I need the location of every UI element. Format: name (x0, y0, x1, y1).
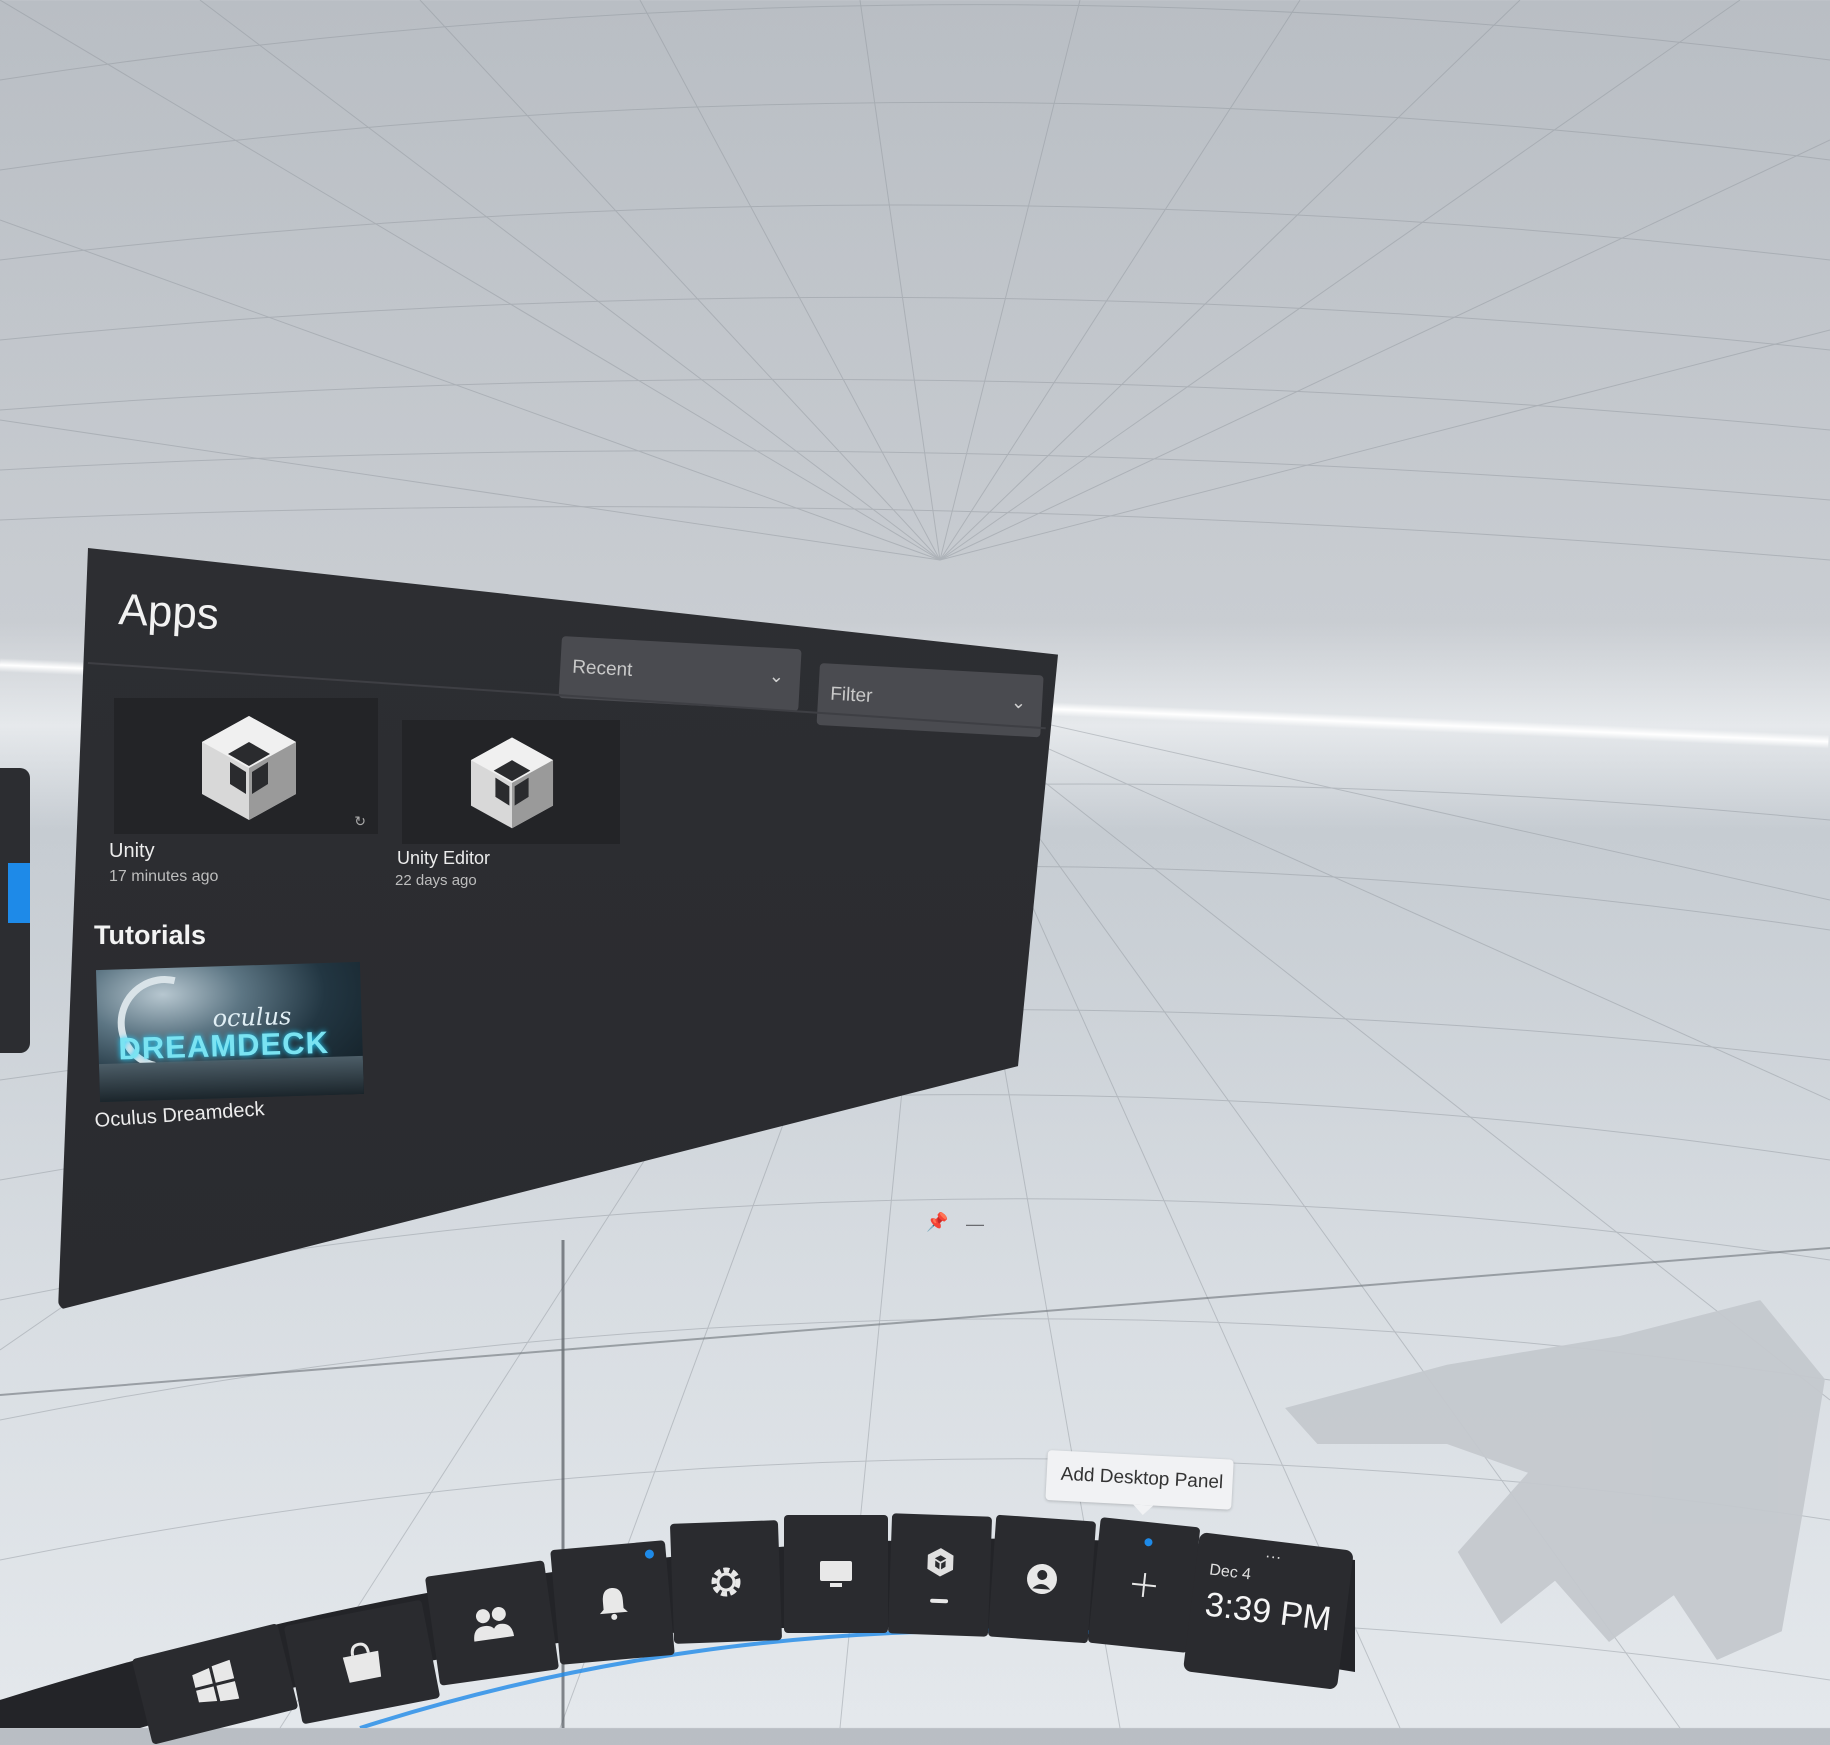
cursor-dot (1144, 1537, 1153, 1547)
unity-cube-icon (927, 1548, 954, 1577)
tooltip-text: Add Desktop Panel (1060, 1463, 1224, 1494)
toolbar-button-desktop[interactable] (784, 1515, 888, 1633)
windows-icon (192, 1659, 240, 1703)
unity-logo-icon (470, 737, 554, 829)
thumbnail-text-dreamdeck: DREAMDECK (117, 1024, 330, 1067)
running-indicator (930, 1598, 949, 1604)
app-last-used: 22 days ago (395, 872, 477, 889)
chevron-down-icon: ⌄ (768, 665, 785, 687)
tutorials-heading: Tutorials (94, 920, 207, 950)
more-options-icon[interactable]: ... (1265, 1544, 1283, 1564)
unity-logo-icon (202, 716, 296, 820)
bell-icon (599, 1587, 628, 1620)
notification-badge (644, 1549, 655, 1559)
app-tile-unity[interactable]: ↻ (114, 698, 378, 834)
apps-panel-title: Apps (117, 585, 221, 640)
clock-widget[interactable]: ... Dec 4 3:39 PM (1182, 1532, 1354, 1690)
user-avatar-icon (1027, 1564, 1057, 1594)
people-icon (474, 1606, 515, 1642)
pin-icon[interactable]: 📌 (926, 1212, 948, 1233)
clock-time: 3:39 PM (1202, 1585, 1334, 1639)
clock-date: Dec 4 (1208, 1561, 1252, 1584)
loading-indicator-icon: ↻ (354, 813, 366, 829)
toolbar-button-settings[interactable] (669, 1520, 783, 1644)
toolbar-button-unity-app[interactable] (887, 1513, 993, 1637)
app-name: Unity (109, 840, 155, 862)
side-panel-accent (8, 863, 30, 923)
side-panel-partial[interactable] (0, 768, 30, 1053)
toolbar-button-notifications[interactable] (550, 1540, 675, 1665)
add-desktop-panel-tooltip: Add Desktop Panel (1045, 1450, 1234, 1510)
app-last-used: 17 minutes ago (109, 868, 219, 885)
store-bag-icon (342, 1642, 382, 1683)
filter-dropdown-label: Filter (829, 683, 874, 707)
plus-icon (1131, 1572, 1157, 1598)
sort-dropdown-label: Recent (571, 656, 633, 681)
toolbar-button-people[interactable] (424, 1560, 560, 1686)
minimize-icon[interactable]: — (966, 1214, 984, 1235)
app-name: Unity Editor (397, 848, 491, 868)
monitor-icon (820, 1561, 852, 1587)
chevron-down-icon: ⌄ (1010, 691, 1027, 713)
settings-gear-icon (711, 1567, 741, 1597)
tutorial-thumbnail-dreamdeck[interactable]: oculus DREAMDECK (95, 961, 365, 1103)
toolbar-button-profile[interactable] (987, 1514, 1097, 1644)
toolbar-button-add-desktop-panel[interactable] (1087, 1517, 1201, 1653)
app-tile-unity-editor[interactable] (402, 720, 620, 844)
